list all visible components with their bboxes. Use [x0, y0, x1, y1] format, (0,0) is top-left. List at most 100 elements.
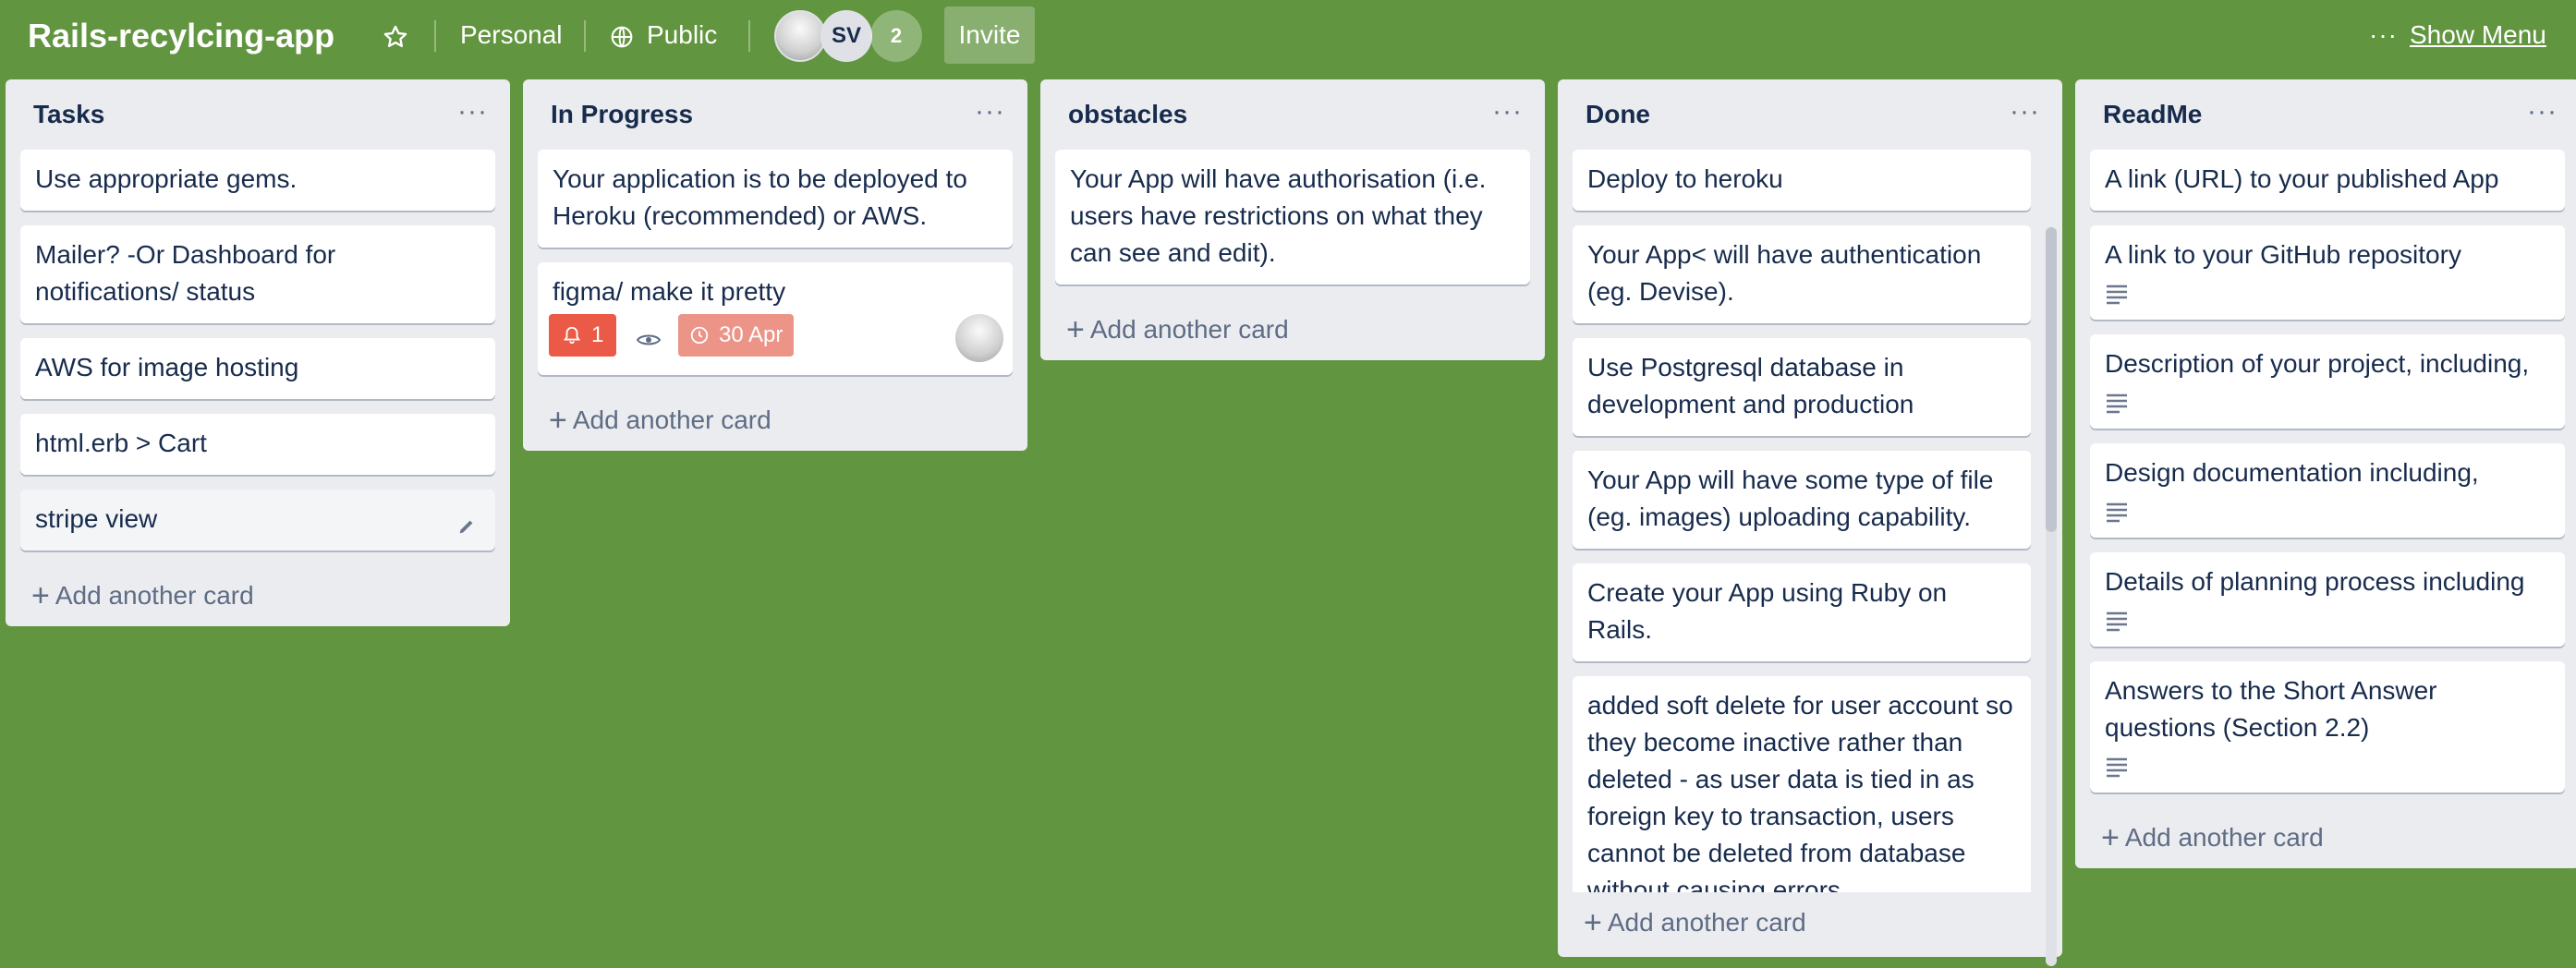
card-title: Answers to the Short Answer questions (S…: [2105, 676, 2437, 742]
card-title: Design documentation including,: [2105, 458, 2479, 487]
card[interactable]: figma/ make it pretty 1 30 Apr: [538, 262, 1013, 375]
list-header: ReadMe ···: [2075, 79, 2576, 150]
card-title: Deploy to heroku: [1587, 164, 1783, 193]
list-title[interactable]: In Progress: [551, 100, 693, 129]
description-icon: [2107, 757, 2127, 778]
extra-members-count[interactable]: 2: [870, 10, 922, 62]
scrollbar-thumb[interactable]: [2046, 227, 2057, 532]
clock-icon: [690, 326, 709, 345]
list-title[interactable]: Done: [1586, 100, 1650, 129]
card-container: A link (URL) to your published App A lin…: [2075, 150, 2576, 793]
card-title: AWS for image hosting: [35, 353, 299, 381]
card-container: Use appropriate gems. Mailer? -Or Dashbo…: [6, 150, 510, 551]
card[interactable]: A link to your GitHub repository: [2090, 225, 2565, 320]
visibility-button[interactable]: Public: [610, 13, 717, 57]
card[interactable]: added soft delete for user account so th…: [1573, 676, 2031, 892]
list-menu-icon[interactable]: ···: [457, 96, 488, 127]
list-menu-icon[interactable]: ···: [975, 96, 1005, 127]
list-readme: ReadMe ··· A link (URL) to your publishe…: [2075, 79, 2576, 868]
add-card-button[interactable]: + Add another card: [6, 565, 510, 626]
description-icon: [2107, 611, 2127, 632]
list-done: Done ··· Deploy to heroku Your App< will…: [1558, 79, 2062, 966]
list-scrollbar[interactable]: [2046, 227, 2057, 966]
member-avatar-initials[interactable]: SV: [820, 10, 872, 62]
description-icon: [2107, 393, 2127, 414]
header-divider: [434, 20, 436, 52]
card[interactable]: Description of your project, including,: [2090, 334, 2565, 429]
list-tasks: Tasks ··· Use appropriate gems. Mailer? …: [6, 79, 510, 626]
visibility-label: Public: [647, 20, 718, 49]
due-date-badge[interactable]: 30 Apr: [678, 314, 795, 357]
card-title: Your App will have authorisation (i.e. u…: [1070, 164, 1487, 267]
add-card-label: Add another card: [55, 581, 254, 610]
list-in-progress: In Progress ··· Your application is to b…: [523, 79, 1027, 451]
card-title: Your App< will have authentication (eg. …: [1587, 240, 1982, 306]
plus-icon: +: [1066, 312, 1085, 347]
invite-button[interactable]: Invite: [944, 6, 1035, 64]
board-title[interactable]: Rails-recylcing-app: [28, 13, 334, 59]
card-title: Description of your project, including,: [2105, 349, 2530, 378]
description-icon: [2107, 284, 2127, 305]
notification-count: 1: [591, 322, 604, 347]
menu-dots-icon[interactable]: ···: [2369, 13, 2398, 57]
list-title[interactable]: Tasks: [33, 100, 104, 129]
list-menu-icon[interactable]: ···: [1492, 96, 1523, 127]
card[interactable]: Details of planning process including: [2090, 552, 2565, 647]
card-title: Use appropriate gems.: [35, 164, 298, 193]
add-card-button[interactable]: + Add another card: [1558, 892, 2062, 953]
card[interactable]: Deploy to heroku: [1573, 150, 2031, 211]
card[interactable]: Create your App using Ruby on Rails.: [1573, 563, 2031, 661]
card[interactable]: Your App will have authorisation (i.e. u…: [1055, 150, 1530, 284]
plus-icon: +: [31, 578, 50, 613]
list-title[interactable]: obstacles: [1068, 100, 1187, 129]
card[interactable]: Use appropriate gems.: [20, 150, 495, 211]
card[interactable]: Mailer? -Or Dashboard for notifications/…: [20, 225, 495, 323]
member-avatar-photo[interactable]: [774, 10, 826, 62]
card[interactable]: Answers to the Short Answer questions (S…: [2090, 661, 2565, 793]
card[interactable]: AWS for image hosting: [20, 338, 495, 399]
card[interactable]: Your App< will have authentication (eg. …: [1573, 225, 2031, 323]
board-canvas: Rails-recylcing-app Personal Public SV 2…: [0, 0, 2576, 968]
due-date-label: 30 Apr: [719, 322, 784, 347]
board-header: Rails-recylcing-app Personal Public SV 2…: [0, 0, 2576, 70]
card-title: Details of planning process including: [2105, 567, 2525, 596]
card-title: added soft delete for user account so th…: [1587, 691, 2013, 892]
list-header: Tasks ···: [6, 79, 510, 150]
add-card-label: Add another card: [2124, 823, 2324, 852]
pencil-edit-icon[interactable]: [456, 512, 477, 549]
card[interactable]: Use Postgresql database in development a…: [1573, 338, 2031, 436]
add-card-button[interactable]: + Add another card: [523, 390, 1027, 451]
card-member-avatar[interactable]: [955, 314, 1003, 362]
list-header: Done ···: [1558, 79, 2062, 150]
card-title: Your App will have some type of file (eg…: [1587, 466, 1994, 531]
add-card-label: Add another card: [1089, 315, 1289, 344]
team-button[interactable]: Personal: [460, 13, 563, 57]
card[interactable]: stripe view: [20, 490, 495, 551]
list-header: In Progress ···: [523, 79, 1027, 150]
card[interactable]: Your application is to be deployed to He…: [538, 150, 1013, 248]
card-title: Mailer? -Or Dashboard for notifications/…: [35, 240, 336, 306]
card-badges: 1 30 Apr: [549, 314, 998, 362]
card[interactable]: A link (URL) to your published App: [2090, 150, 2565, 211]
card[interactable]: html.erb > Cart: [20, 414, 495, 475]
list-menu-icon[interactable]: ···: [2527, 96, 2558, 127]
watch-eye-icon: [636, 323, 662, 349]
plus-icon: +: [1584, 905, 1602, 940]
card[interactable]: Your App will have some type of file (eg…: [1573, 451, 2031, 549]
list-menu-icon[interactable]: ···: [2010, 96, 2040, 127]
description-icon: [2107, 502, 2127, 523]
card-title: A link to your GitHub repository: [2105, 240, 2461, 269]
plus-icon: +: [2101, 820, 2120, 855]
add-card-button[interactable]: + Add another card: [1040, 299, 1545, 360]
notification-badge[interactable]: 1: [549, 314, 617, 357]
card-title: A link (URL) to your published App: [2105, 164, 2499, 193]
card-title: Your application is to be deployed to He…: [553, 164, 967, 230]
card-container: Your application is to be deployed to He…: [523, 150, 1027, 375]
card-title: figma/ make it pretty: [553, 277, 786, 306]
star-button[interactable]: [383, 13, 416, 57]
list-title[interactable]: ReadMe: [2103, 100, 2202, 129]
header-divider: [584, 20, 586, 52]
add-card-button[interactable]: + Add another card: [2075, 807, 2576, 868]
card[interactable]: Design documentation including,: [2090, 443, 2565, 538]
show-menu-button[interactable]: Show Menu: [2410, 13, 2546, 57]
